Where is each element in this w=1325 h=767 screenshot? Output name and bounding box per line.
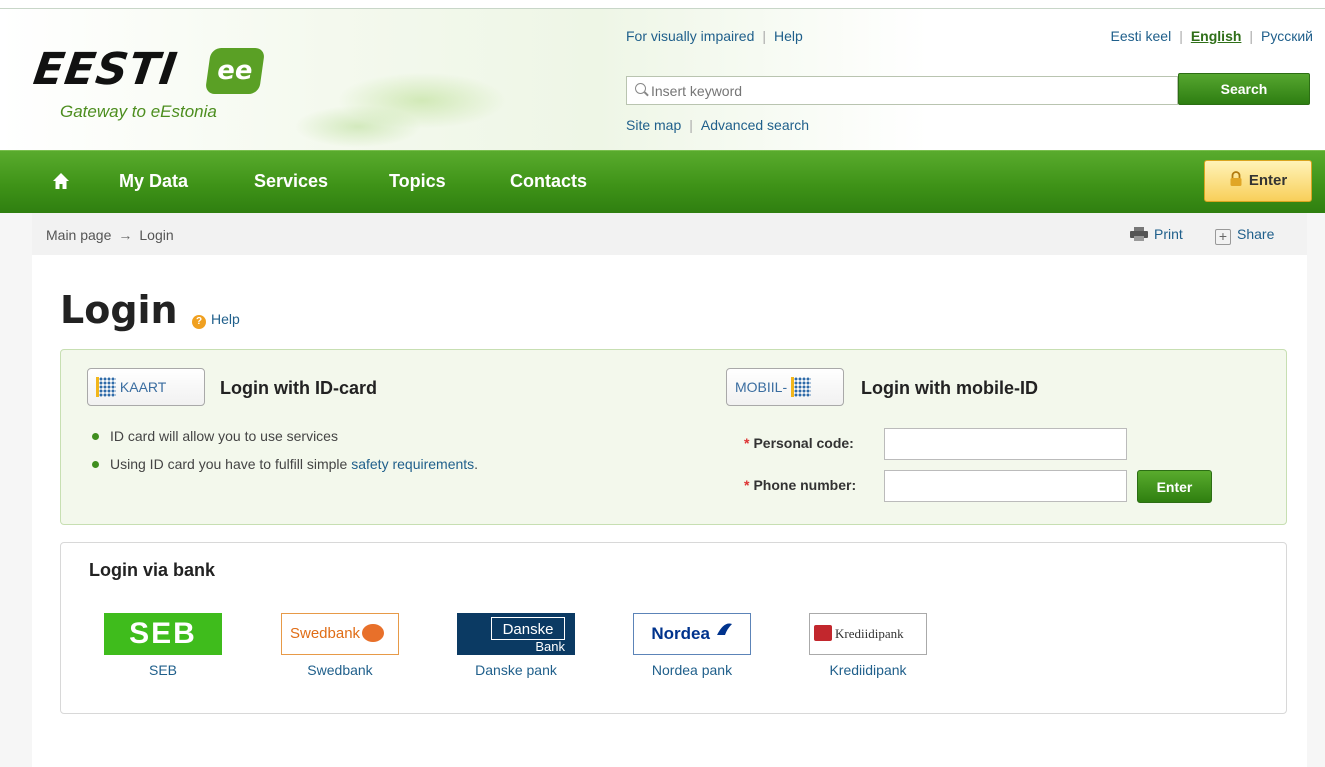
site-logo[interactable]: EESTI ee Gateway to eEstonia [30,38,274,138]
login-help-link[interactable]: ? Help [192,311,240,329]
language-switcher: Eesti keel | English | Русский [1111,28,1314,44]
share-label: Share [1237,226,1275,242]
nordea-logo[interactable]: Nordea [633,613,751,655]
mobile-id-badge[interactable]: MOBIIL- [726,368,844,406]
logo-tagline: Gateway to eEstonia [60,102,217,121]
logo-word: EESTI [30,44,181,95]
lang-english[interactable]: English [1191,28,1242,44]
krediidipank-logo-text: Krediidipank [835,626,904,641]
separator: | [689,117,693,133]
list-item: Using ID card you have to fulfill simple… [92,456,478,484]
breadcrumb-bar: Main page → Login Print + Share [32,213,1307,255]
nav-services[interactable]: Services [254,171,328,192]
danske-logo-line1: Danske [491,617,565,640]
seb-logo[interactable]: SEB [104,613,222,655]
phone-number-input[interactable] [884,470,1127,502]
search-box [626,76,1178,105]
breadcrumb-home[interactable]: Main page [46,227,111,243]
required-mark: * [744,477,750,493]
personal-code-label-text: Personal code: [753,435,854,451]
plus-icon: + [1215,229,1231,245]
id-card-icon [96,377,116,397]
lock-icon [1230,171,1242,186]
header-enter-button[interactable]: Enter [1204,160,1312,202]
danske-bank-logo[interactable]: Danske Bank [457,613,575,655]
mobile-id-title: Login with mobile-ID [861,378,1038,398]
breadcrumb-current: Login [139,227,174,243]
separator: | [1179,28,1183,44]
swedbank-logo[interactable]: Swedbank [281,613,399,655]
id-card-badge-label: KAART [119,379,167,395]
list-item: ID card will allow you to use services [92,428,478,456]
page-gutter-left [0,213,32,767]
nav-my-data[interactable]: My Data [119,171,188,192]
home-icon[interactable] [52,172,70,190]
seb-link[interactable]: SEB [104,662,222,678]
help-icon: ? [192,315,206,329]
site-map-link[interactable]: Site map [626,117,681,133]
mobile-id-icon [791,377,812,397]
nordea-link[interactable]: Nordea pank [633,662,751,678]
list-item-text: ID card will allow you to use services [110,428,338,444]
search-icon [635,83,646,94]
nordea-logo-text: Nordea [651,624,710,643]
help-label: Help [211,311,240,327]
search-input[interactable] [651,77,1171,104]
page-gutter-right [1307,213,1325,767]
swedbank-link[interactable]: Swedbank [281,662,399,678]
id-card-info-list: ID card will allow you to use services U… [92,428,478,484]
krediidipank-logo[interactable]: Krediidipank [809,613,927,655]
separator: | [1249,28,1254,44]
print-label: Print [1154,226,1183,242]
phone-number-label-text: Phone number: [753,477,857,493]
header-help-link[interactable]: Help [774,28,803,44]
id-card-badge[interactable]: KAART [87,368,205,406]
personal-code-input[interactable] [884,428,1127,460]
id-card-title[interactable]: Login with ID-card [220,378,377,399]
mobile-id-badge-label: MOBIIL- [735,379,788,395]
printer-icon [1130,227,1148,241]
danske-logo-line2: Bank [535,639,565,654]
separator: | [762,28,767,44]
danske-link[interactable]: Danske pank [457,662,575,678]
lang-estonian[interactable]: Eesti keel [1111,28,1172,44]
seb-logo-text: SEB [129,617,197,650]
search-button[interactable]: Search [1178,73,1310,105]
krediidipank-ship-icon [814,625,832,641]
krediidipank-link[interactable]: Krediidipank [809,662,927,678]
visually-impaired-link[interactable]: For visually impaired [626,28,754,44]
logo-badge: ee [204,48,266,94]
nav-topics[interactable]: Topics [389,171,446,192]
utility-links: For visually impaired | Help [626,28,803,44]
mobile-id-enter-button[interactable]: Enter [1137,470,1212,503]
advanced-search-link[interactable]: Advanced search [701,117,809,133]
main-nav: My Data Services Topics Contacts [0,150,1325,213]
page-title: Login [60,288,178,332]
breadcrumb: Main page → Login [46,227,174,243]
share-link[interactable]: + Share [1215,226,1274,245]
personal-code-label: * Personal code: [744,435,854,451]
swedbank-logo-text: Swedbank [290,625,361,642]
enter-label: Enter [1248,172,1288,189]
breadcrumb-arrow-icon: → [118,227,133,243]
nordea-sail-icon [716,623,732,635]
phone-number-label: * Phone number: [744,477,856,493]
safety-requirements-link[interactable]: safety requirements [351,456,474,472]
leaf-decoration [230,29,550,159]
list-item-trailing: . [474,456,479,472]
bank-section-title: Login via bank [89,560,216,580]
print-link[interactable]: Print [1130,226,1183,242]
search-sub-links: Site map | Advanced search [626,117,809,133]
swedbank-oak-icon [362,624,385,642]
nav-contacts[interactable]: Contacts [510,171,587,192]
required-mark: * [744,435,750,451]
list-item-text: Using ID card you have to fulfill simple [110,456,352,472]
lang-russian[interactable]: Русский [1261,28,1313,44]
